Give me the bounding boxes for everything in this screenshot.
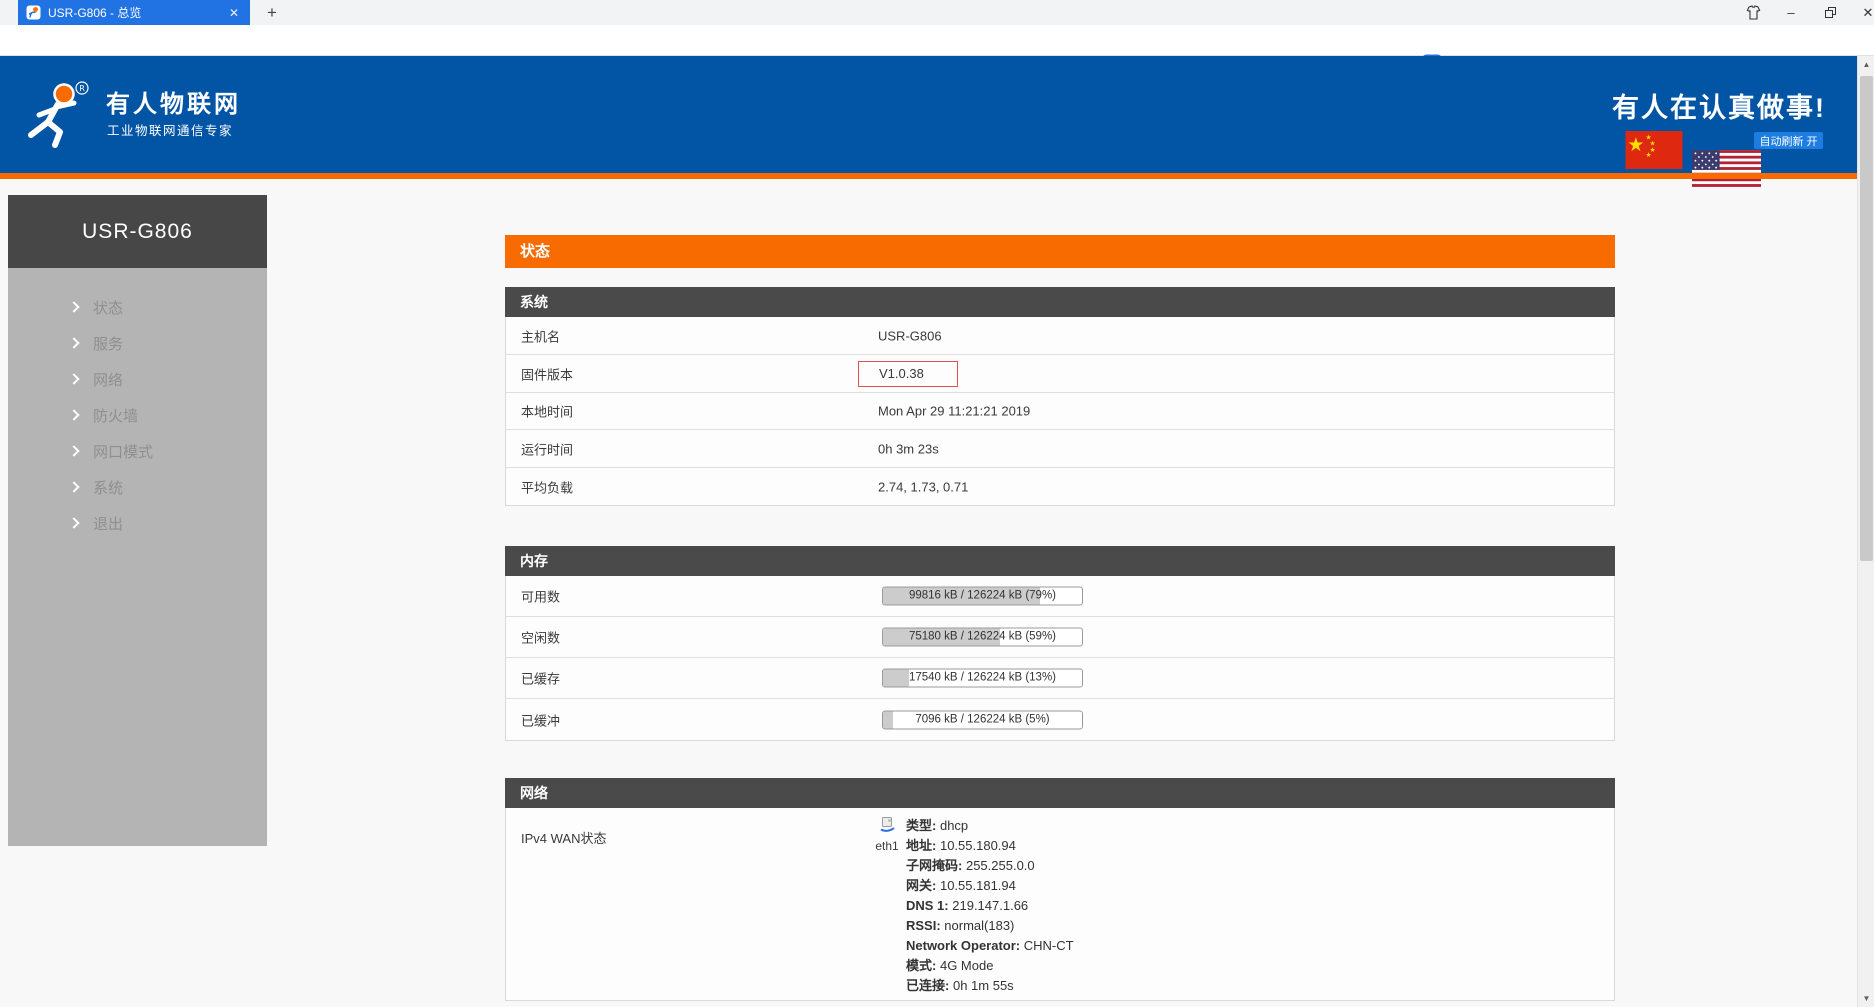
interface-name: eth1 [872, 839, 902, 853]
brand-subtitle: 工业物联网通信专家 [107, 120, 233, 139]
sidebar: USR-G806 状态 服务 网络 防火墙 网口模式 系统 退出 [8, 195, 267, 846]
skin-theme-button[interactable] [1737, 0, 1769, 25]
chevron-right-icon [68, 445, 79, 456]
wan-interface: eth1 [872, 816, 902, 853]
tab-title: USR-G806 - 总览 [48, 4, 226, 21]
wan-details: 类型: dhcp 地址: 10.55.180.94 子网掩码: 255.255.… [906, 816, 1074, 996]
svg-text:★: ★ [1645, 151, 1651, 159]
chevron-right-icon [68, 301, 79, 312]
scrollbar-thumb[interactable] [1860, 76, 1873, 561]
sidebar-item-port-mode[interactable]: 网口模式 [8, 433, 267, 469]
site-favicon [26, 5, 41, 20]
chevron-right-icon [68, 373, 79, 384]
memory-progress-bar: 99816 kB / 126224 kB (79%) [882, 587, 1083, 606]
memory-section-header: 内存 [505, 546, 1615, 576]
table-row-mem-cached: 已缓存 17540 kB / 126224 kB (13%) [506, 658, 1614, 699]
sidebar-item-network[interactable]: 网络 [8, 361, 267, 397]
network-section: 网络 IPv4 WAN状态 eth1 类型: dhcp 地址: 10.55.18… [505, 778, 1615, 1001]
table-row-firmware: 固件版本 V1.0.38 [506, 355, 1614, 393]
us-flag-icon[interactable] [1692, 150, 1761, 187]
china-flag-icon[interactable]: ★ ★ ★ ★ ★ [1619, 131, 1689, 169]
window-minimize-button[interactable]: – [1775, 0, 1807, 25]
table-row-ipv4-wan: IPv4 WAN状态 eth1 类型: dhcp 地址: 10.55.180.9… [506, 808, 1614, 1000]
firmware-version-highlight: V1.0.38 [858, 361, 958, 387]
chevron-right-icon [68, 517, 79, 528]
memory-section: 内存 可用数 99816 kB / 126224 kB (79%) 空闲数 75… [505, 546, 1615, 741]
sidebar-item-status[interactable]: 状态 [8, 289, 267, 325]
table-row-uptime: 运行时间 0h 3m 23s [506, 430, 1614, 468]
table-row-mem-free: 空闲数 75180 kB / 126224 kB (59%) [506, 617, 1614, 658]
table-row-load-average: 平均负载 2.74, 1.73, 0.71 [506, 468, 1614, 505]
chevron-right-icon [68, 481, 79, 492]
table-row-hostname: 主机名 USR-G806 [506, 317, 1614, 355]
svg-text:R: R [79, 84, 85, 93]
shirt-icon [1745, 5, 1762, 20]
sidebar-menu: 状态 服务 网络 防火墙 网口模式 系统 退出 [8, 268, 267, 846]
chevron-right-icon [68, 337, 79, 348]
restore-icon [1824, 6, 1837, 19]
usr-logo-icon: R [22, 80, 94, 150]
page-scrollbar[interactable]: ▲ ▼ [1857, 56, 1874, 1007]
memory-progress-bar: 17540 kB / 126224 kB (13%) [882, 669, 1083, 688]
sidebar-item-logout[interactable]: 退出 [8, 505, 267, 541]
auto-refresh-toggle[interactable]: 自动刷新 开 [1754, 132, 1823, 149]
memory-progress-bar: 75180 kB / 126224 kB (59%) [882, 628, 1083, 647]
memory-progress-bar: 7096 kB / 126224 kB (5%) [882, 710, 1083, 729]
brand-title: 有人物联网 [106, 84, 241, 119]
scroll-up-arrow[interactable]: ▲ [1858, 56, 1874, 73]
table-row-mem-available: 可用数 99816 kB / 126224 kB (79%) [506, 576, 1614, 617]
page-title: 状态 [505, 235, 1615, 268]
sidebar-item-system[interactable]: 系统 [8, 469, 267, 505]
network-section-header: 网络 [505, 778, 1615, 808]
sidebar-item-services[interactable]: 服务 [8, 325, 267, 361]
table-row-local-time: 本地时间 Mon Apr 29 11:21:21 2019 [506, 393, 1614, 430]
svg-text:★: ★ [1627, 134, 1644, 156]
tab-close-icon[interactable]: ✕ [226, 6, 242, 20]
window-close-button[interactable]: ✕ [1852, 0, 1874, 25]
scroll-down-arrow[interactable]: ▼ [1858, 990, 1874, 1007]
new-tab-button[interactable]: + [258, 0, 286, 25]
window-restore-button[interactable] [1814, 0, 1846, 25]
main-content: 状态 系统 主机名 USR-G806 固件版本 V1.0.38 本地时间 Mon… [505, 0, 1615, 1007]
chevron-right-icon [68, 409, 79, 420]
header-slogan: 有人在认真做事! [1612, 86, 1826, 125]
system-section: 系统 主机名 USR-G806 固件版本 V1.0.38 本地时间 Mon Ap… [505, 287, 1615, 506]
browser-tab[interactable]: USR-G806 - 总览 ✕ [18, 0, 250, 25]
table-row-mem-buffered: 已缓冲 7096 kB / 126224 kB (5%) [506, 699, 1614, 740]
sidebar-item-firewall[interactable]: 防火墙 [8, 397, 267, 433]
system-section-header: 系统 [505, 287, 1615, 317]
ethernet-icon [879, 816, 896, 833]
device-name: USR-G806 [8, 195, 267, 268]
